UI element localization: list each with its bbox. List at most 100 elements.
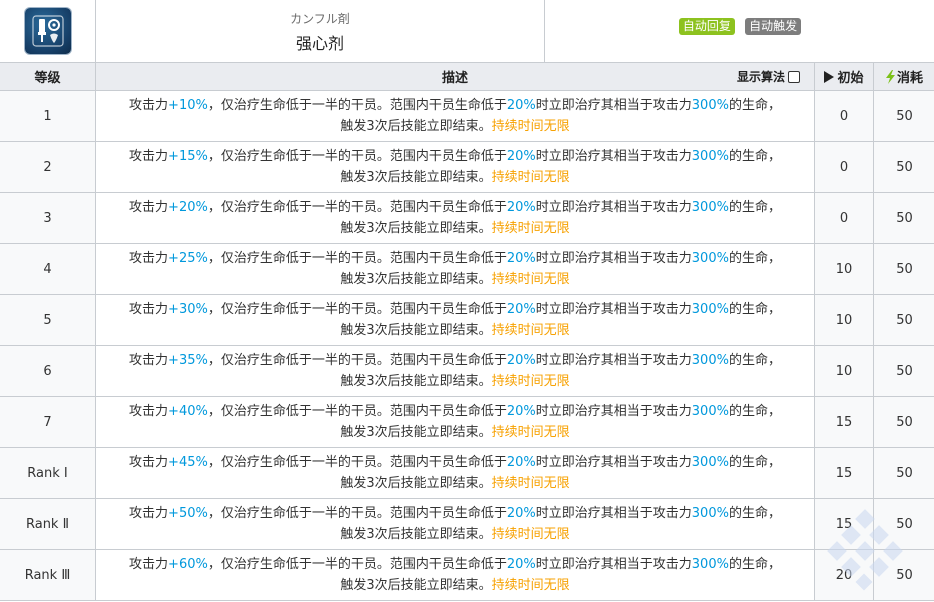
heal-ratio-value: 300% — [691, 353, 729, 368]
desc-text: ，仅治疗生命低于一半的干员。范围内干员生命低于 — [207, 506, 507, 521]
column-header-row: 等级 描述 显示算法 初始 消耗 — [0, 62, 934, 91]
recovery-type-badge: 自动回复 — [678, 18, 735, 35]
skill-description-cell: 攻击力+20%，仅治疗生命低于一半的干员。范围内干员生命低于20%时立即治疗其相… — [95, 192, 815, 244]
hp-threshold-value: 20% — [506, 557, 536, 572]
desc-text: 触发3次后技能立即结束。 — [340, 476, 492, 491]
desc-text: 的生命， — [728, 302, 781, 317]
desc-text: 触发3次后技能立即结束。 — [340, 527, 492, 542]
duration-text: 持续时间无限 — [491, 323, 570, 338]
desc-text: 攻击力 — [129, 455, 169, 470]
table-row: 6 攻击力+35%，仅治疗生命低于一半的干员。范围内干员生命低于20%时立即治疗其… — [0, 345, 934, 397]
atk-bonus-value: +35% — [168, 353, 208, 368]
table-row: 5 攻击力+30%，仅治疗生命低于一半的干员。范围内干员生命低于20%时立即治疗其… — [0, 294, 934, 346]
sp-cost-cell: 50 — [872, 447, 934, 499]
desc-text: 攻击力 — [129, 404, 169, 419]
desc-text: 时立即治疗其相当于攻击力 — [535, 455, 692, 470]
duration-text: 持续时间无限 — [491, 272, 570, 287]
initial-sp-cell: 0 — [814, 192, 874, 244]
heal-ratio-value: 300% — [691, 506, 729, 521]
skill-level-cell: Rank Ⅰ — [0, 447, 96, 499]
sp-cost-cell: 50 — [872, 192, 934, 244]
duration-text: 持续时间无限 — [491, 119, 570, 134]
heal-ratio-value: 300% — [691, 455, 729, 470]
skill-tags-cell: 自动回复 自动触发 — [543, 0, 934, 63]
initial-sp-cell: 10 — [814, 345, 874, 397]
skill-name-chinese: 强心剂 — [295, 34, 344, 53]
sp-cost-cell: 50 — [872, 498, 934, 550]
show-formula-checkbox[interactable] — [788, 70, 800, 83]
hp-threshold-value: 20% — [506, 149, 536, 164]
show-formula-label: 显示算法 — [736, 70, 785, 84]
duration-text: 持续时间无限 — [491, 170, 570, 185]
atk-bonus-value: +45% — [168, 455, 208, 470]
desc-text: 时立即治疗其相当于攻击力 — [535, 557, 692, 572]
heal-ratio-value: 300% — [691, 404, 729, 419]
desc-text: 的生命， — [728, 557, 781, 572]
desc-text: 时立即治疗其相当于攻击力 — [535, 302, 692, 317]
heal-ratio-value: 300% — [691, 557, 729, 572]
initial-sp-cell: 0 — [814, 141, 874, 193]
skill-table-page: カンフル剤 强心剂 自动回复 自动触发 等级 描述 显示算法 初始 消耗 1 攻… — [0, 0, 934, 602]
initial-sp-label: 初始 — [837, 71, 864, 86]
skill-name-japanese: カンフル剤 — [290, 12, 350, 26]
hp-threshold-value: 20% — [506, 353, 536, 368]
skill-description-cell: 攻击力+50%，仅治疗生命低于一半的干员。范围内干员生命低于20%时立即治疗其相… — [95, 498, 815, 550]
skill-header-row: カンフル剤 强心剂 自动回复 自动触发 — [0, 0, 934, 63]
description-header-label: 描述 — [441, 71, 468, 86]
sp-cost-cell: 50 — [872, 141, 934, 193]
table-row: Rank Ⅲ 攻击力+60%，仅治疗生命低于一半的干员。范围内干员生命低于20%时… — [0, 549, 934, 601]
table-row: 7 攻击力+40%，仅治疗生命低于一半的干员。范围内干员生命低于20%时立即治疗其… — [0, 396, 934, 448]
desc-text: 攻击力 — [129, 200, 169, 215]
duration-text: 持续时间无限 — [491, 374, 570, 389]
desc-text: ，仅治疗生命低于一半的干员。范围内干员生命低于 — [207, 98, 507, 113]
sp-cost-cell: 50 — [872, 294, 934, 346]
desc-text: 触发3次后技能立即结束。 — [340, 272, 492, 287]
desc-text: 触发3次后技能立即结束。 — [340, 221, 492, 236]
heal-ratio-value: 300% — [691, 200, 729, 215]
initial-sp-cell: 15 — [814, 498, 874, 550]
desc-text: 攻击力 — [129, 302, 169, 317]
heal-ratio-value: 300% — [691, 149, 729, 164]
desc-text: 时立即治疗其相当于攻击力 — [535, 404, 692, 419]
desc-text: 时立即治疗其相当于攻击力 — [535, 200, 692, 215]
skill-level-cell: 3 — [0, 192, 96, 244]
skill-description-cell: 攻击力+40%，仅治疗生命低于一半的干员。范围内干员生命低于20%时立即治疗其相… — [95, 396, 815, 448]
desc-text: 的生命， — [728, 506, 781, 521]
desc-text: 的生命， — [728, 98, 781, 113]
skill-level-cell: 1 — [0, 90, 96, 142]
desc-text: 时立即治疗其相当于攻击力 — [535, 98, 692, 113]
play-icon — [824, 71, 835, 83]
atk-bonus-value: +50% — [168, 506, 208, 521]
duration-text: 持续时间无限 — [491, 425, 570, 440]
desc-text: ，仅治疗生命低于一半的干员。范围内干员生命低于 — [207, 455, 507, 470]
hp-threshold-value: 20% — [506, 455, 536, 470]
medical-syringe-icon — [24, 8, 71, 54]
skill-description-cell: 攻击力+10%，仅治疗生命低于一半的干员。范围内干员生命低于20%时立即治疗其相… — [95, 90, 815, 142]
desc-text: 时立即治疗其相当于攻击力 — [535, 251, 692, 266]
desc-text: ，仅治疗生命低于一半的干员。范围内干员生命低于 — [207, 200, 507, 215]
show-formula-toggle[interactable]: 显示算法 — [737, 68, 800, 85]
desc-text: 时立即治疗其相当于攻击力 — [535, 506, 692, 521]
hp-threshold-value: 20% — [506, 200, 536, 215]
desc-text: 的生命， — [728, 251, 781, 266]
atk-bonus-value: +40% — [168, 404, 208, 419]
initial-sp-column-header: 初始 — [814, 62, 874, 91]
skill-description-cell: 攻击力+35%，仅治疗生命低于一半的干员。范围内干员生命低于20%时立即治疗其相… — [95, 345, 815, 397]
atk-bonus-value: +25% — [168, 251, 208, 266]
skill-description-cell: 攻击力+45%，仅治疗生命低于一半的干员。范围内干员生命低于20%时立即治疗其相… — [95, 447, 815, 499]
sp-cost-label: 消耗 — [897, 71, 924, 86]
desc-text: 的生命， — [728, 149, 781, 164]
skill-level-cell: 5 — [0, 294, 96, 346]
desc-text: 的生命， — [728, 200, 781, 215]
initial-sp-cell: 10 — [814, 243, 874, 295]
atk-bonus-value: +60% — [168, 557, 208, 572]
skill-name-cell: カンフル剤 强心剂 — [95, 0, 545, 63]
table-row: 4 攻击力+25%，仅治疗生命低于一半的干员。范围内干员生命低于20%时立即治疗其… — [0, 243, 934, 295]
atk-bonus-value: +20% — [168, 200, 208, 215]
desc-text: 触发3次后技能立即结束。 — [340, 119, 492, 134]
desc-text: 的生命， — [728, 404, 781, 419]
initial-sp-cell: 10 — [814, 294, 874, 346]
skill-description-cell: 攻击力+25%，仅治疗生命低于一半的干员。范围内干员生命低于20%时立即治疗其相… — [95, 243, 815, 295]
desc-text: 攻击力 — [129, 149, 169, 164]
sp-cost-cell: 50 — [872, 243, 934, 295]
